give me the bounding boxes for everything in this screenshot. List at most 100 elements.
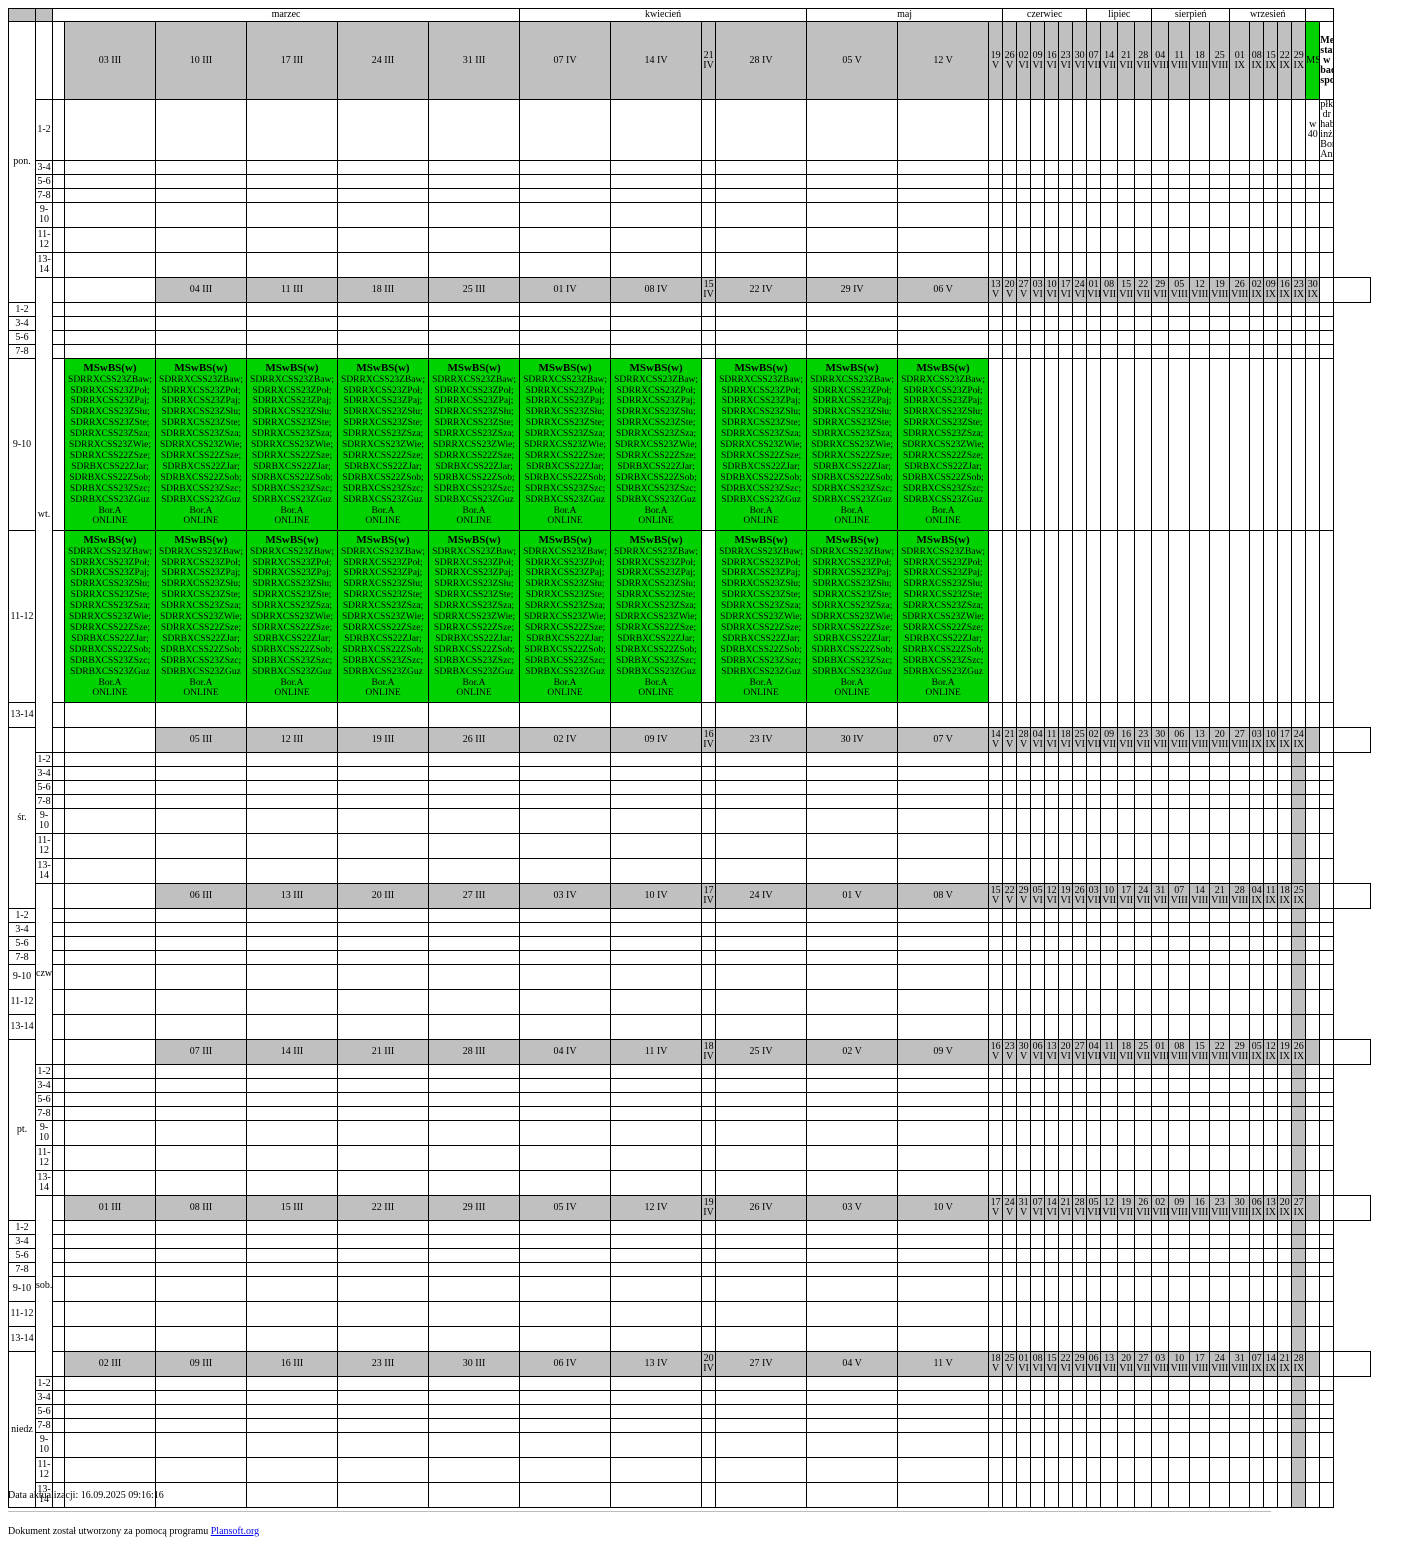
slot-cell[interactable] <box>1117 330 1136 345</box>
slot-cell[interactable] <box>52 202 65 228</box>
slot-cell[interactable] <box>1044 530 1060 703</box>
slot-cell[interactable] <box>1277 1170 1293 1196</box>
slot-cell[interactable] <box>337 316 429 331</box>
slot-cell[interactable] <box>1072 922 1088 937</box>
slot-cell[interactable] <box>897 794 990 809</box>
slot-cell[interactable] <box>1117 302 1136 317</box>
slot-cell[interactable] <box>701 1418 717 1433</box>
slot-cell[interactable] <box>897 936 990 951</box>
slot-cell[interactable] <box>1002 316 1018 331</box>
slot-cell[interactable] <box>337 1376 429 1391</box>
slot-cell[interactable] <box>1249 1145 1265 1171</box>
slot-cell[interactable] <box>610 316 703 331</box>
slot-cell[interactable] <box>1072 99 1088 161</box>
slot-cell[interactable] <box>1072 950 1088 965</box>
slot-cell[interactable] <box>1134 766 1153 781</box>
slot-cell[interactable] <box>64 780 156 795</box>
slot-cell[interactable] <box>246 1404 338 1419</box>
slot-cell[interactable] <box>1189 1014 1211 1040</box>
slot-cell[interactable] <box>1058 702 1074 728</box>
slot-cell[interactable] <box>1229 964 1251 990</box>
slot-cell[interactable] <box>1100 989 1119 1015</box>
slot-cell[interactable] <box>610 1262 703 1277</box>
slot-cell[interactable] <box>1002 858 1018 884</box>
slot-cell[interactable] <box>427 752 521 767</box>
slot-cell[interactable] <box>1249 1092 1265 1107</box>
slot-cell[interactable] <box>1058 1326 1074 1352</box>
slot-cell[interactable] <box>1058 1404 1074 1419</box>
slot-cell[interactable] <box>427 202 521 228</box>
slot-cell[interactable] <box>1151 174 1170 189</box>
slot-cell[interactable] <box>1086 964 1102 990</box>
slot-cell[interactable] <box>64 833 156 859</box>
slot-cell[interactable] <box>1030 227 1046 253</box>
slot-cell[interactable] <box>1117 227 1136 253</box>
slot-cell[interactable] <box>1117 922 1136 937</box>
slot-cell[interactable] <box>1100 188 1119 203</box>
slot-cell[interactable] <box>1117 833 1136 859</box>
slot-cell[interactable] <box>806 752 899 767</box>
slot-cell[interactable] <box>1229 1064 1251 1079</box>
slot-cell[interactable] <box>427 858 521 884</box>
slot-cell[interactable] <box>1209 316 1231 331</box>
slot-cell[interactable] <box>1263 252 1279 278</box>
slot-cell[interactable] <box>1263 989 1279 1015</box>
slot-cell[interactable] <box>1168 1120 1191 1146</box>
slot-cell[interactable] <box>337 1078 429 1093</box>
slot-cell[interactable] <box>1291 808 1307 834</box>
slot-cell[interactable] <box>1249 316 1265 331</box>
slot-cell[interactable] <box>1189 1120 1211 1146</box>
slot-cell[interactable] <box>52 964 65 990</box>
slot-cell[interactable] <box>1058 1014 1074 1040</box>
slot-cell[interactable] <box>427 936 521 951</box>
slot-cell[interactable] <box>1044 1092 1060 1107</box>
slot-cell[interactable] <box>246 227 338 253</box>
slot-cell[interactable] <box>988 1014 1004 1040</box>
slot-cell[interactable] <box>1291 252 1307 278</box>
slot-cell[interactable] <box>897 1418 990 1433</box>
slot-cell[interactable] <box>1277 1014 1293 1040</box>
slot-cell[interactable] <box>1168 922 1191 937</box>
slot-cell[interactable] <box>1209 1220 1231 1235</box>
slot-cell[interactable] <box>1189 858 1211 884</box>
slot-cell[interactable] <box>897 1248 990 1263</box>
slot-cell[interactable] <box>806 1262 899 1277</box>
slot-cell[interactable] <box>610 1457 703 1483</box>
slot-cell[interactable] <box>52 1404 65 1419</box>
lesson-block[interactable]: MSwBS(w) SDRRXCSS23ZBaw; SDRRXCSS23ZPoł; … <box>155 358 247 531</box>
slot-cell[interactable] <box>1086 302 1102 317</box>
slot-cell[interactable] <box>1189 530 1211 703</box>
slot-cell[interactable] <box>1044 858 1060 884</box>
slot-cell[interactable] <box>519 922 612 937</box>
slot-cell[interactable] <box>701 344 717 359</box>
slot-cell[interactable] <box>988 766 1004 781</box>
slot-cell[interactable] <box>1277 1092 1293 1107</box>
slot-cell[interactable] <box>1117 780 1136 795</box>
slot-cell[interactable] <box>1263 1106 1279 1121</box>
slot-cell[interactable] <box>64 1120 156 1146</box>
slot-cell[interactable] <box>155 1092 247 1107</box>
slot-cell[interactable] <box>1134 964 1153 990</box>
slot-cell[interactable] <box>806 174 899 189</box>
slot-cell[interactable] <box>1291 1014 1307 1040</box>
slot-cell[interactable] <box>1117 358 1136 531</box>
slot-cell[interactable] <box>1134 358 1153 531</box>
slot-cell[interactable] <box>1229 1326 1251 1352</box>
slot-cell[interactable] <box>1209 344 1231 359</box>
slot-cell[interactable] <box>1030 950 1046 965</box>
slot-cell[interactable] <box>1086 1106 1102 1121</box>
slot-cell[interactable] <box>1100 1276 1119 1302</box>
slot-cell[interactable] <box>246 1301 338 1327</box>
slot-cell[interactable] <box>64 858 156 884</box>
slot-cell[interactable] <box>1263 1078 1279 1093</box>
slot-cell[interactable] <box>155 752 247 767</box>
slot-cell[interactable] <box>1100 358 1119 531</box>
slot-cell[interactable] <box>1189 766 1211 781</box>
slot-cell[interactable] <box>1209 950 1231 965</box>
slot-cell[interactable] <box>1151 989 1170 1015</box>
slot-cell[interactable] <box>337 330 429 345</box>
slot-cell[interactable] <box>64 1432 156 1458</box>
slot-cell[interactable] <box>1168 1170 1191 1196</box>
slot-cell[interactable] <box>897 702 990 728</box>
slot-cell[interactable] <box>1016 808 1032 834</box>
